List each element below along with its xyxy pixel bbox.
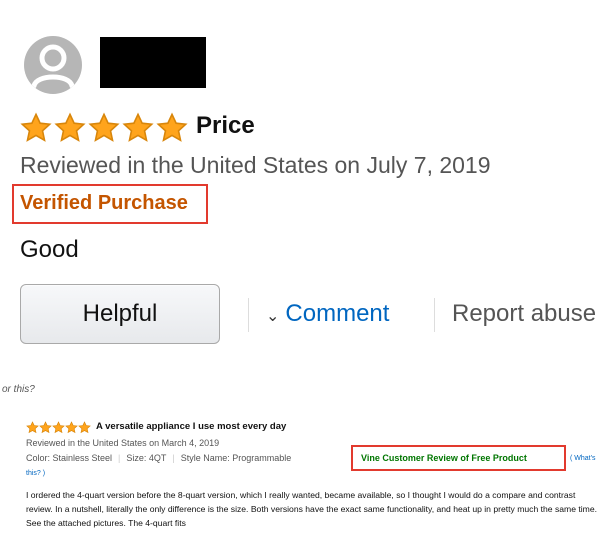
review-date: Reviewed in the United States on July 7,… <box>20 152 491 178</box>
report-abuse-link[interactable]: Report abuse <box>452 300 596 328</box>
helpful-button-label: Helpful <box>82 300 158 327</box>
whats-this-link-cont[interactable]: this? ) <box>26 470 45 477</box>
verified-purchase-badge: Verified Purchase <box>20 192 188 214</box>
star-icon <box>122 112 154 142</box>
star-icon <box>65 421 78 434</box>
whats-this-link[interactable]: ( What's <box>570 455 595 462</box>
separator: | <box>172 453 175 463</box>
star-icon <box>20 112 52 142</box>
star-icon <box>54 112 86 142</box>
variant-style: Style Name: Programmable <box>180 453 292 463</box>
vine-review-badge: Vine Customer Review of Free Product <box>361 453 527 463</box>
star-icon <box>88 112 120 142</box>
review-top: Price Reviewed in the United States on J… <box>0 0 611 360</box>
rating-stars-small <box>26 421 91 434</box>
comment-label: Comment <box>285 300 390 327</box>
chevron-down-icon: ⌄ <box>266 307 280 325</box>
star-icon <box>78 421 91 434</box>
review-body: Good <box>20 236 79 263</box>
star-icon <box>156 112 188 142</box>
variant-color: Color: Stainless Steel <box>26 453 113 463</box>
review-body-small: I ordered the 4-quart version before the… <box>26 490 597 528</box>
product-variant-meta: Color: Stainless Steel | Size: 4QT | Sty… <box>26 453 291 463</box>
prefix-text: or this? <box>2 384 35 395</box>
star-icon <box>26 421 39 434</box>
divider <box>248 298 249 332</box>
separator: | <box>118 453 121 463</box>
review-title-small[interactable]: A versatile appliance I use most every d… <box>96 421 286 432</box>
review-date-small: Reviewed in the United States on March 4… <box>26 438 220 448</box>
rating-stars <box>20 112 188 144</box>
helpful-button[interactable]: Helpful <box>20 284 220 344</box>
star-icon <box>52 421 65 434</box>
user-avatar-icon <box>31 44 75 89</box>
review-title[interactable]: Price <box>196 112 255 140</box>
avatar[interactable] <box>24 36 82 94</box>
divider <box>434 298 435 332</box>
star-icon <box>39 421 52 434</box>
variant-size: Size: 4QT <box>126 453 167 463</box>
redacted-username <box>100 37 206 88</box>
comment-link[interactable]: ⌄ Comment <box>266 300 389 328</box>
